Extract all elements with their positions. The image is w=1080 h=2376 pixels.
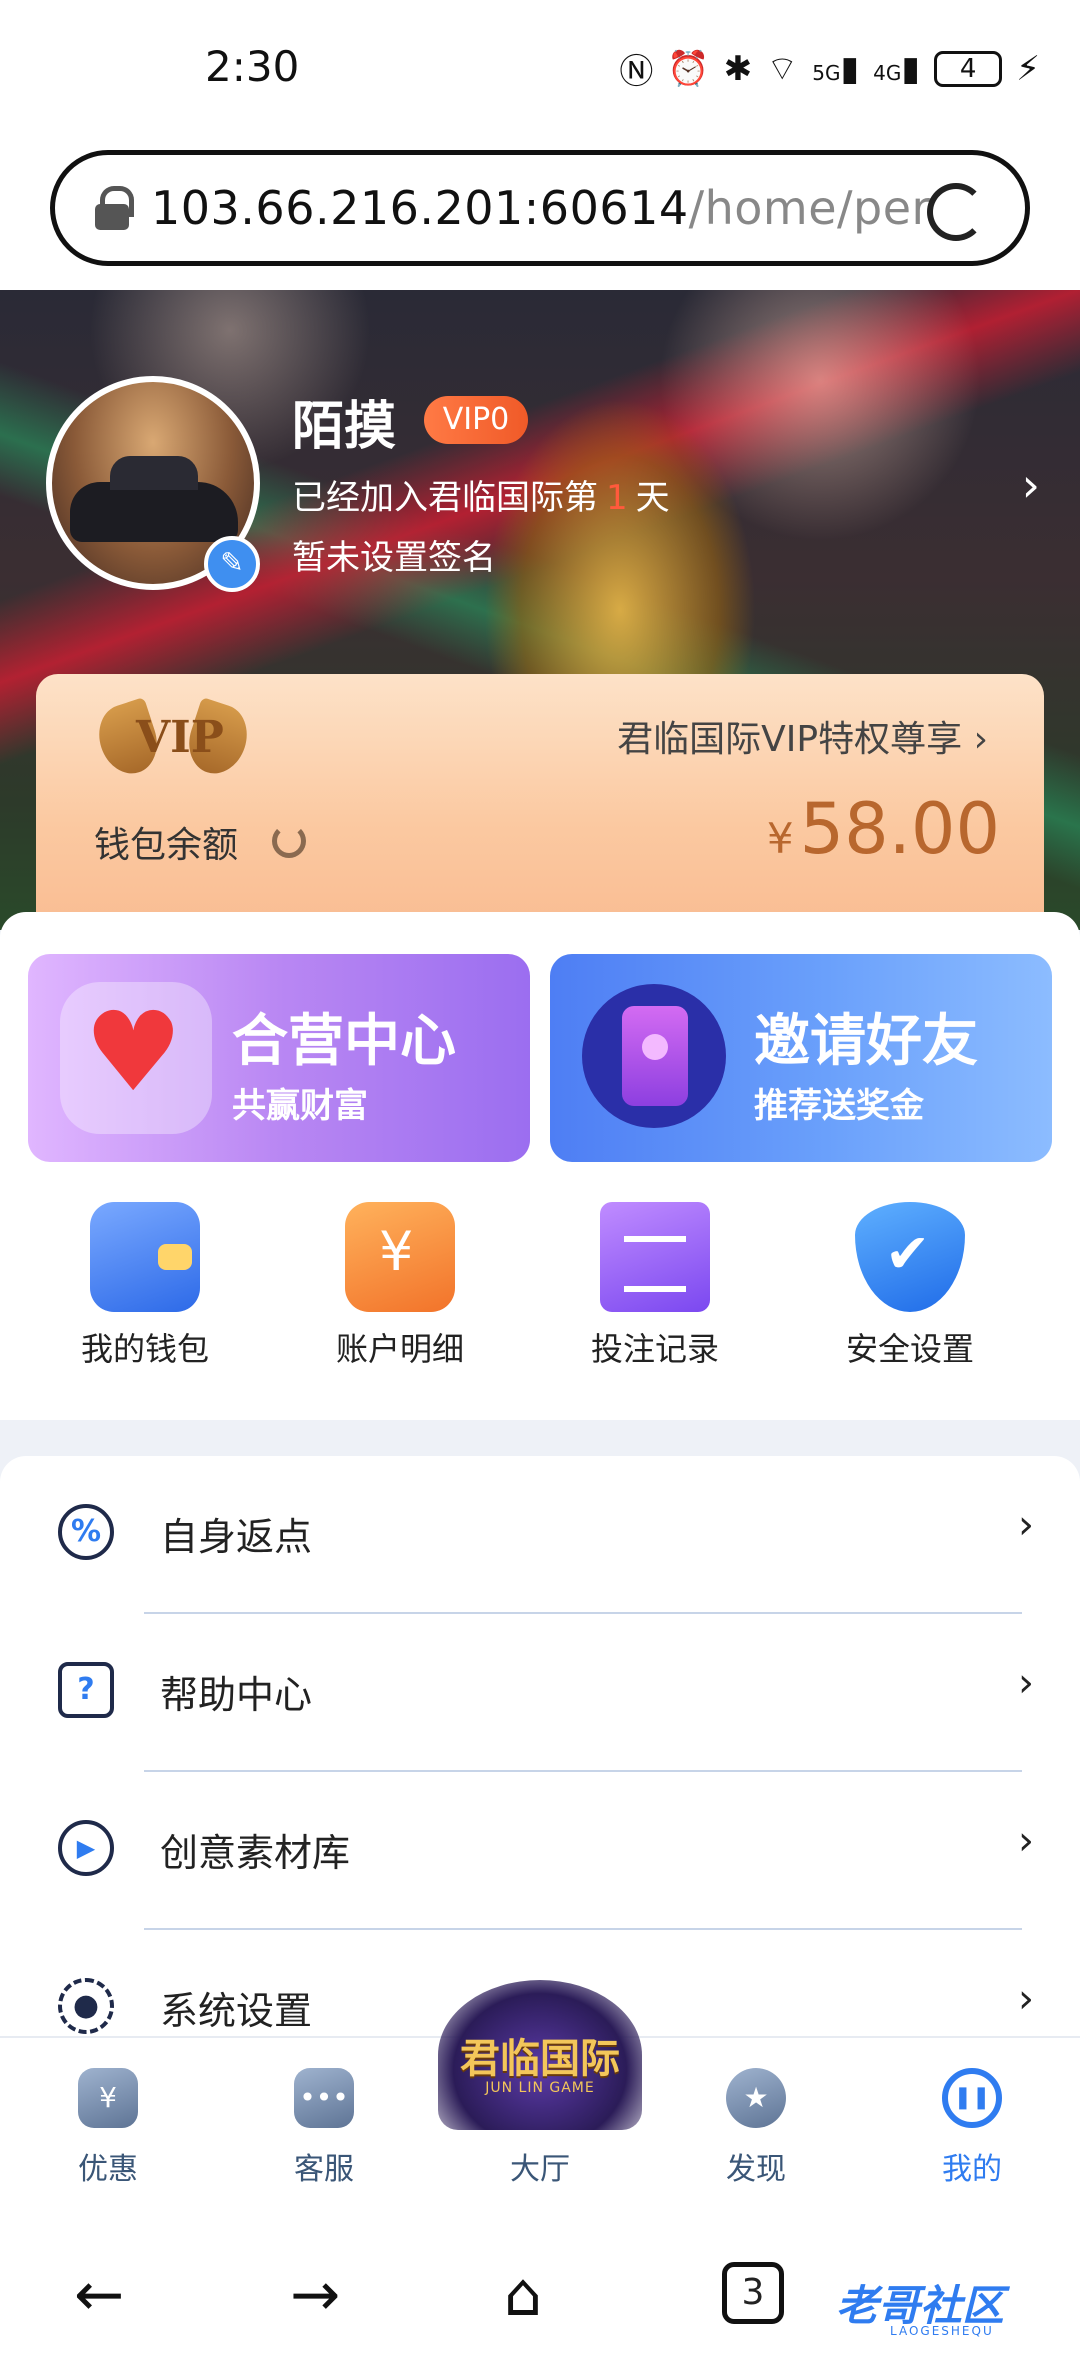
invite-friends-card[interactable]: 邀请好友 推荐送奖金 [550, 954, 1052, 1162]
chevron-right-icon: › [1018, 1818, 1034, 1864]
bet-records-button[interactable]: 投注记录 [538, 1202, 793, 1382]
forward-arrow-icon[interactable]: → [290, 2260, 340, 2330]
chevron-right-icon: › [1018, 1502, 1034, 1548]
phone-user-icon [582, 984, 726, 1128]
status-icons: Ⓝ ⏰ ✱ ⌔ 5G▮ 4G▮ 4 ⚡ [619, 44, 1040, 93]
url-text[interactable]: 103.66.216.201:60614/home/pers [151, 181, 931, 235]
status-time: 2:30 [205, 42, 300, 91]
back-arrow-icon[interactable]: ← [74, 2260, 124, 2330]
signal-5g-icon: 5G▮ [812, 48, 860, 89]
home-icon[interactable]: ⌂ [504, 2260, 542, 2330]
menu-item-materials[interactable]: ▶ 创意素材库 › [0, 1772, 1080, 1930]
url-path: /home/pers [688, 181, 931, 235]
quick-actions: 我的钱包 账户明细 投注记录 安全设置 [0, 1202, 1080, 1382]
bluetooth-icon: ✱ [723, 48, 753, 89]
nav-tab-hall[interactable]: 君临国际 JUN LIN GAME 大厅 [432, 1980, 648, 2210]
ledger-icon [345, 1202, 455, 1312]
hall-emblem-icon: 君临国际 JUN LIN GAME [438, 1980, 642, 2130]
wallet-icon [90, 1202, 200, 1312]
gear-icon: ● [58, 1978, 114, 2034]
notepad-icon [600, 1202, 710, 1312]
profile-icon: ❚❚ [942, 2068, 1002, 2128]
vip-level-badge: VIP0 [424, 396, 528, 444]
vip-wings-logo: VIP [90, 694, 256, 790]
security-settings-button[interactable]: 安全设置 [793, 1202, 1048, 1382]
heart-hands-icon [60, 982, 212, 1134]
wifi-icon: ⌔ [766, 49, 799, 89]
nav-tab-offers[interactable]: ¥ 优惠 [0, 2038, 216, 2210]
nav-tab-discover[interactable]: ★ 发现 [648, 2038, 864, 2210]
vip-privilege-link[interactable]: 君临国际VIP特权尊享 › [617, 710, 988, 762]
shield-icon [855, 1202, 965, 1312]
lock-icon[interactable] [95, 186, 134, 230]
menu-item-rebate[interactable]: % 自身返点 › [0, 1456, 1080, 1614]
watermark-subtext: LAOGESHEQU [890, 2324, 994, 2338]
menu-item-help[interactable]: ? 帮助中心 › [0, 1614, 1080, 1772]
partner-center-card[interactable]: 合营中心 共赢财富 [28, 954, 530, 1162]
browser-toolbar: 103.66.216.201:60614/home/pers [0, 140, 1080, 290]
charging-icon: ⚡ [1016, 48, 1040, 89]
medal-icon: ★ [726, 2068, 786, 2128]
my-wallet-button[interactable]: 我的钱包 [28, 1202, 283, 1382]
chevron-right-icon: › [1018, 1976, 1034, 2022]
main-panel: 合营中心 共赢财富 邀请好友 推荐送奖金 我的钱包 账户明细 投注记录 安全设置 [0, 912, 1080, 1420]
question-icon: ? [58, 1662, 114, 1718]
nav-tab-mine[interactable]: ❚❚ 我的 [864, 2038, 1080, 2210]
address-bar[interactable]: 103.66.216.201:60614/home/pers [50, 150, 1030, 266]
app-bottom-nav: ¥ 优惠 ••• 客服 君临国际 JUN LIN GAME 大厅 ★ 发现 ❚❚… [0, 1980, 1080, 2210]
chat-icon: ••• [294, 2068, 354, 2128]
alarm-icon: ⏰ [667, 48, 710, 89]
joined-days-count: 1 [606, 478, 628, 518]
percent-icon: % [58, 1504, 114, 1560]
chevron-right-icon: › [1018, 1660, 1034, 1706]
system-nav-bar: ← → ⌂ 3 老哥社区 LAOGESHEQU [0, 2208, 1080, 2376]
username: 陌摸 [292, 397, 397, 457]
reload-icon[interactable] [927, 183, 985, 241]
tabs-count-button[interactable]: 3 [722, 2262, 784, 2324]
signal-4g-icon: 4G▮ [873, 48, 921, 89]
chevron-right-icon[interactable]: › [1022, 458, 1040, 512]
settings-menu: % 自身返点 › ? 帮助中心 › ▶ 创意素材库 › ● 系统设置 › [0, 1456, 1080, 2036]
play-icon: ▶ [58, 1820, 114, 1876]
refresh-icon[interactable] [272, 824, 306, 858]
wallet-balance: ¥58.00 [766, 788, 1000, 870]
coupon-icon: ¥ [78, 2068, 138, 2128]
wallet-balance-label: 钱包余额 [94, 825, 239, 866]
nfc-icon: Ⓝ [619, 52, 654, 92]
chevron-right-icon: › [973, 719, 988, 760]
joined-days-text: 已经加入君临国际第 1 天 [292, 478, 670, 518]
edit-avatar-icon[interactable]: ✎ [204, 536, 260, 592]
status-bar: 2:30 Ⓝ ⏰ ✱ ⌔ 5G▮ 4G▮ 4 ⚡ [0, 0, 1080, 140]
signature-text: 暂未设置签名 [292, 538, 496, 578]
url-host: 103.66.216.201:60614 [151, 181, 689, 235]
nav-tab-support[interactable]: ••• 客服 [216, 2038, 432, 2210]
battery-icon: 4 [934, 50, 1003, 87]
vip-card[interactable]: VIP 君临国际VIP特权尊享 › 钱包余额 ¥58.00 [36, 674, 1044, 924]
account-details-button[interactable]: 账户明细 [283, 1202, 538, 1382]
